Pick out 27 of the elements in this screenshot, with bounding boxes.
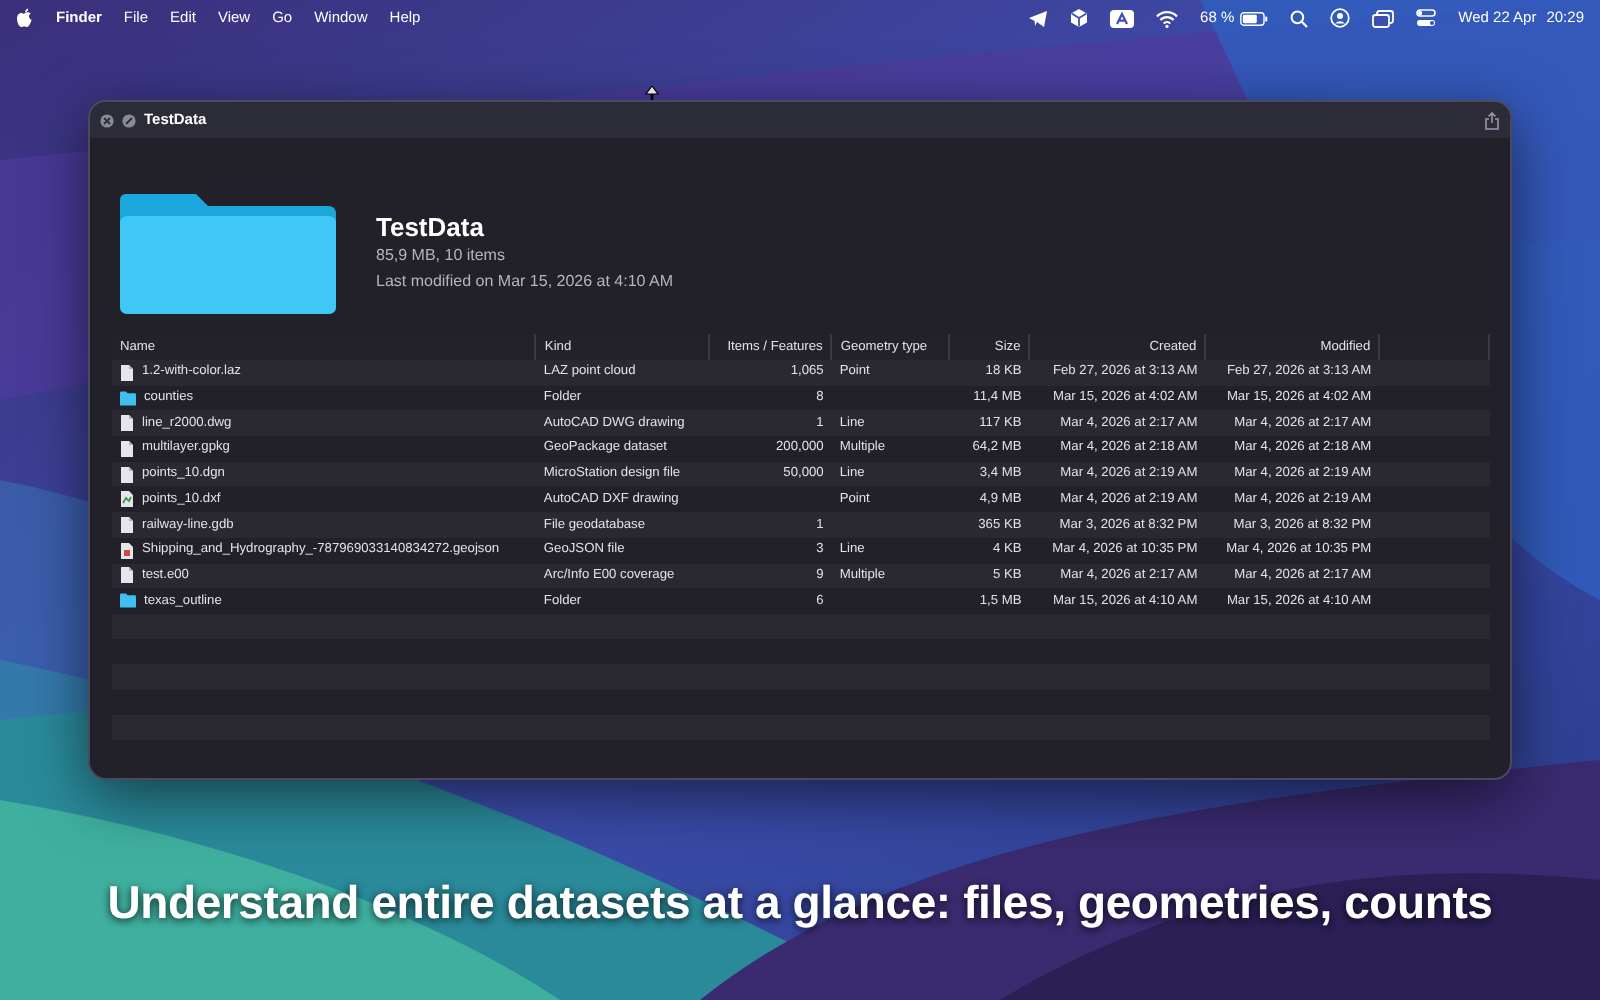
folder-icon <box>120 194 336 314</box>
apple-icon[interactable] <box>16 8 34 28</box>
document-icon <box>120 541 134 560</box>
caption: Understand entire datasets at a glance: files, geometries, counts <box>107 876 1493 928</box>
minimize-icon[interactable] <box>122 113 136 127</box>
document-icon <box>120 465 134 484</box>
last-modified-text: Last modified on Mar 15, 2026 at 4:10 AM <box>376 269 674 294</box>
user-icon[interactable] <box>1330 8 1351 28</box>
cube-icon[interactable] <box>1070 8 1089 28</box>
folder-title: TestData <box>376 212 486 244</box>
close-icon[interactable] <box>100 113 114 127</box>
folder-icon <box>120 592 136 611</box>
document-icon <box>120 515 134 534</box>
document-icon <box>120 439 134 458</box>
paper-plane-icon[interactable] <box>1028 9 1049 27</box>
document-icon <box>120 363 134 382</box>
folder-icon <box>120 389 136 408</box>
control-center-icon[interactable] <box>1416 8 1437 28</box>
share-icon[interactable] <box>1484 111 1500 129</box>
document-icon <box>120 566 134 585</box>
drawing-file-icon <box>120 490 134 509</box>
search-icon[interactable] <box>1290 9 1309 27</box>
document-icon <box>120 414 134 433</box>
wifi-icon[interactable] <box>1156 9 1179 27</box>
battery-icon[interactable] <box>1240 11 1269 25</box>
folder-summary: 85,9 MB, 10 items <box>376 244 507 268</box>
windows-icon[interactable] <box>1372 9 1395 27</box>
